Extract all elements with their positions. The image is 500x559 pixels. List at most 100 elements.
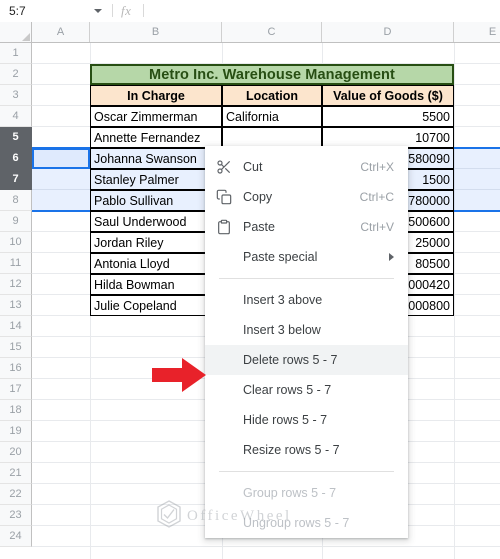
menu-item-paste-special[interactable]: Paste special [205, 242, 408, 272]
column-header-b[interactable]: B [90, 22, 222, 42]
row-header-11[interactable]: 11 [0, 253, 32, 274]
menu-item-group-rows-5-7[interactable]: Group rows 5 - 7 [205, 478, 408, 508]
cell-in-charge[interactable]: Saul Underwood [90, 211, 222, 232]
menu-item-ungroup-rows-5-7[interactable]: Ungroup rows 5 - 7 [205, 508, 408, 538]
scissors-icon [205, 159, 243, 175]
cell-in-charge[interactable]: Antonia Lloyd [90, 253, 222, 274]
fx-icon: fx [121, 2, 132, 18]
cell-text: 780000 [408, 193, 450, 208]
cell-text: 80500 [415, 256, 450, 271]
cell-in-charge[interactable]: Julie Copeland [90, 295, 222, 316]
menu-item-label: Copy [243, 190, 273, 204]
spreadsheet-app: 5:7 fx A B C D E 1 2 3 4 5 6 7 8 9 10 11… [0, 0, 500, 559]
menu-item-label: Insert 3 above [243, 293, 323, 307]
column-header-d[interactable]: D [322, 22, 454, 42]
menu-separator [219, 278, 394, 279]
menu-item-cut[interactable]: Cut Ctrl+X [205, 152, 408, 182]
row-header-4[interactable]: 4 [0, 106, 32, 127]
menu-item-hide-rows-5-7[interactable]: Hide rows 5 - 7 [205, 405, 408, 435]
cell-value-of-goods[interactable]: 10700 [322, 127, 454, 148]
row-header-label: 6 [12, 152, 19, 164]
row-header-16[interactable]: 16 [0, 358, 32, 379]
red-arrow-icon [152, 357, 207, 398]
row-header-19[interactable]: 19 [0, 421, 32, 442]
menu-item-clear-rows-5-7[interactable]: Clear rows 5 - 7 [205, 375, 408, 405]
menu-item-copy[interactable]: Copy Ctrl+C [205, 182, 408, 212]
formula-bar-divider-left [112, 4, 113, 17]
row-header-12[interactable]: 12 [0, 274, 32, 295]
row-header-18[interactable]: 18 [0, 400, 32, 421]
column-header-c[interactable]: C [222, 22, 322, 42]
row-header-label: 2 [12, 68, 19, 80]
column-title-label: Location [245, 88, 299, 103]
column-header-a[interactable]: A [32, 22, 90, 42]
chevron-down-icon [94, 8, 102, 13]
cell-text: 1500 [422, 172, 450, 187]
cell-text: 000800 [408, 298, 450, 313]
row-header-7[interactable]: 7 [0, 169, 32, 190]
row-header-label: 11 [9, 257, 22, 269]
menu-item-paste[interactable]: Paste Ctrl+V [205, 212, 408, 242]
menu-item-insert-3-below[interactable]: Insert 3 below [205, 315, 408, 345]
menu-item-shortcut: Ctrl+C [359, 190, 394, 204]
cell-in-charge[interactable]: Jordan Riley [90, 232, 222, 253]
cell-text: Pablo Sullivan [94, 193, 174, 208]
cell-text: California [226, 109, 279, 124]
name-box[interactable]: 5:7 [0, 0, 88, 22]
menu-item-label: Hide rows 5 - 7 [243, 413, 328, 427]
cell-location[interactable] [222, 127, 322, 148]
row-header-3[interactable]: 3 [0, 85, 32, 106]
row-header-label: 5 [12, 131, 19, 143]
menu-item-label: Group rows 5 - 7 [243, 486, 337, 500]
menu-item-shortcut: Ctrl+X [360, 160, 394, 174]
gridline-h [32, 546, 500, 547]
cell-text: 500600 [408, 214, 450, 229]
cell-in-charge[interactable]: Stanley Palmer [90, 169, 222, 190]
cell-in-charge[interactable]: Hilda Bowman [90, 274, 222, 295]
select-all-corner-button[interactable] [0, 22, 32, 43]
menu-item-insert-3-above[interactable]: Insert 3 above [205, 285, 408, 315]
row-header-17[interactable]: 17 [0, 379, 32, 400]
row-header-15[interactable]: 15 [0, 337, 32, 358]
row-header-13[interactable]: 13 [0, 295, 32, 316]
cell-text: Julie Copeland [94, 298, 177, 313]
row-header-label: 22 [9, 488, 22, 500]
row-header-label: 16 [9, 362, 22, 374]
row-header-label: 13 [9, 299, 22, 311]
cell-value-of-goods[interactable]: 5500 [322, 106, 454, 127]
menu-item-label: Ungroup rows 5 - 7 [243, 516, 350, 530]
row-header-14[interactable]: 14 [0, 316, 32, 337]
row-header-label: 21 [9, 467, 22, 479]
cell-location[interactable]: California [222, 106, 322, 127]
cell-in-charge[interactable]: Pablo Sullivan [90, 190, 222, 211]
cell-in-charge[interactable]: Oscar Zimmerman [90, 106, 222, 127]
cell-in-charge[interactable]: Johanna Swanson [90, 148, 222, 169]
copy-icon [205, 189, 243, 205]
row-header-24[interactable]: 24 [0, 526, 32, 547]
column-title-b: In Charge [90, 85, 222, 106]
row-header-label: 12 [9, 278, 22, 290]
column-header-e[interactable]: E [454, 22, 500, 42]
name-box-dropdown-button[interactable] [88, 0, 108, 22]
row-header-2[interactable]: 2 [0, 64, 32, 85]
row-header-6[interactable]: 6 [0, 148, 32, 169]
row-header-5[interactable]: 5 [0, 127, 32, 148]
row-header-23[interactable]: 23 [0, 505, 32, 526]
row-header-9[interactable]: 9 [0, 211, 32, 232]
row-header-20[interactable]: 20 [0, 442, 32, 463]
row-header-21[interactable]: 21 [0, 463, 32, 484]
name-box-value: 5:7 [9, 3, 26, 18]
formula-input[interactable] [148, 0, 500, 22]
cell-in-charge[interactable]: Annette Fernandez [90, 127, 222, 148]
row-header-1[interactable]: 1 [0, 43, 32, 64]
row-header-10[interactable]: 10 [0, 232, 32, 253]
formula-bar-divider-right [143, 4, 145, 17]
row-header-label: 18 [9, 404, 22, 416]
menu-item-delete-rows-5-7[interactable]: Delete rows 5 - 7 [205, 345, 408, 375]
row-header-label: 24 [9, 530, 22, 542]
column-header-d-label: D [383, 26, 392, 38]
row-header-8[interactable]: 8 [0, 190, 32, 211]
row-header-22[interactable]: 22 [0, 484, 32, 505]
sheet-title-cell: Metro Inc. Warehouse Management [90, 64, 454, 85]
menu-item-resize-rows-5-7[interactable]: Resize rows 5 - 7 [205, 435, 408, 465]
